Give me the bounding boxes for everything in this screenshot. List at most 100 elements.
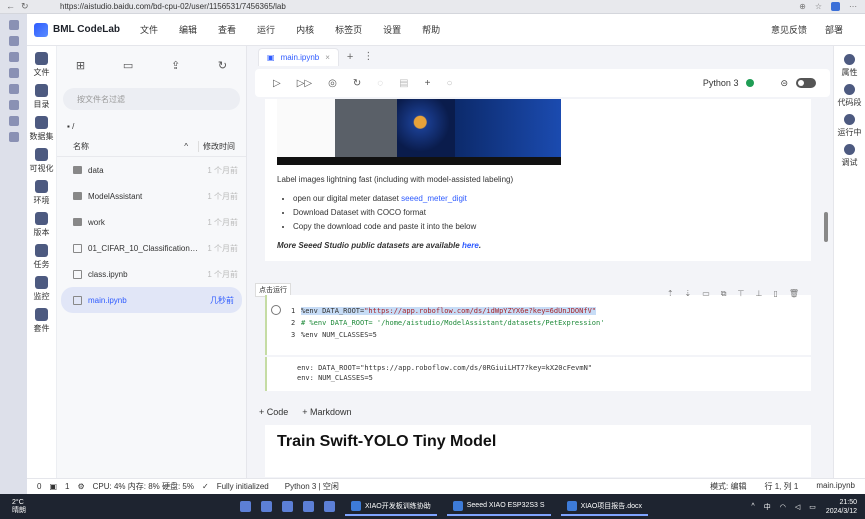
run-cell-button[interactable]: [271, 305, 281, 315]
cursor-position[interactable]: 行 1, 列 1: [765, 481, 799, 492]
taskbar-app-browser2[interactable]: Seeed XIAO ESP32S3 S: [446, 497, 551, 516]
taskbar-app-icon[interactable]: [261, 501, 272, 512]
sidebar-app-icon[interactable]: [8, 68, 19, 78]
breadcrumb[interactable]: ▪ /: [57, 116, 246, 137]
interrupt-icon[interactable]: ◎: [328, 78, 337, 89]
zoom-icon[interactable]: ⊕: [799, 2, 806, 11]
kernel-state[interactable]: Python 3 | 空闲: [285, 481, 339, 492]
activity-suite[interactable]: 套件: [34, 308, 50, 334]
run-icon[interactable]: ▷: [273, 78, 281, 89]
column-name[interactable]: 名称: [73, 141, 184, 152]
menu-icon[interactable]: ⋯: [849, 2, 857, 11]
save-icon[interactable]: ▤: [399, 78, 408, 89]
taskbar-app-icon[interactable]: [282, 501, 293, 512]
sidebar-app-icon[interactable]: [8, 116, 19, 126]
insert-below-icon[interactable]: ⊥: [755, 289, 762, 299]
feedback-button[interactable]: 意见反馈: [771, 23, 807, 36]
dataset-link[interactable]: seeed_meter_digit: [401, 194, 467, 203]
activity-files[interactable]: 文件: [34, 52, 50, 78]
insert-above-icon[interactable]: ⊤: [738, 289, 745, 299]
menu-help[interactable]: 帮助: [422, 23, 440, 36]
menu-tabs[interactable]: 标签页: [335, 23, 362, 36]
file-row[interactable]: 01_CIFAR_10_Classification_M 1 个月前: [57, 235, 246, 261]
volume-icon[interactable]: ◁: [795, 503, 800, 511]
add-cell-icon[interactable]: +: [425, 78, 431, 89]
favorite-icon[interactable]: ☆: [815, 2, 822, 11]
menu-view[interactable]: 查看: [218, 23, 236, 36]
markdown-cell[interactable]: Train Swift-YOLO Tiny Model: [265, 425, 811, 477]
file-row-active[interactable]: main.ipynb 几秒前: [61, 287, 242, 313]
code-cell[interactable]: ⇡ ⇣ ▭ ⧉ ⊤ ⊥ ▯ 🗑 1 %env DATA_ROOT="https:/…: [265, 289, 811, 355]
menu-edit[interactable]: 编辑: [179, 23, 197, 36]
tab-main-ipynb[interactable]: ▣ main.ipynb ×: [258, 47, 339, 66]
menu-run[interactable]: 运行: [257, 23, 275, 36]
windows-start-icon[interactable]: [240, 501, 251, 512]
move-down-icon[interactable]: ⇣: [685, 289, 692, 299]
bookmark-icon[interactable]: ▯: [773, 289, 777, 299]
move-up-icon[interactable]: ⇡: [667, 289, 674, 299]
sidebar-app-icon[interactable]: [8, 84, 19, 94]
sidebar-app-icon[interactable]: [8, 52, 19, 62]
sort-icon[interactable]: ^: [184, 142, 188, 151]
deploy-button[interactable]: 部署: [825, 23, 843, 36]
back-icon[interactable]: ←: [6, 1, 15, 12]
activity-env[interactable]: 环境: [34, 180, 50, 206]
code-editor[interactable]: 1 %env DATA_ROOT="https://app.roboflow.co…: [291, 305, 604, 341]
more-datasets-link[interactable]: here: [462, 241, 479, 250]
refresh-icon[interactable]: ↻: [21, 1, 29, 12]
language-indicator[interactable]: 中: [764, 502, 771, 512]
activity-version[interactable]: 版本: [34, 212, 50, 238]
upload-icon[interactable]: ⇪: [171, 59, 180, 72]
clock[interactable]: 21:50 2024/3/12: [826, 498, 865, 516]
taskbar-app-icon[interactable]: [303, 501, 314, 512]
add-code-button[interactable]: + Code: [259, 407, 288, 417]
sidebar-app-icon[interactable]: [8, 132, 19, 142]
menu-file[interactable]: 文件: [140, 23, 158, 36]
rail-running[interactable]: 运行中: [838, 114, 862, 138]
markdown-cell[interactable]: Label images lightning fast (including w…: [265, 99, 811, 261]
activity-tasks[interactable]: 任务: [34, 244, 50, 270]
sidebar-app-icon[interactable]: [8, 100, 19, 110]
scrollbar[interactable]: [824, 212, 828, 242]
clear-icon[interactable]: ◌: [377, 78, 383, 89]
terminal-icon[interactable]: ▣: [49, 482, 57, 491]
new-folder-icon[interactable]: ▭: [123, 59, 133, 72]
battery-icon[interactable]: ▭: [809, 503, 816, 511]
file-row[interactable]: ModelAssistant 1 个月前: [57, 183, 246, 209]
menu-kernel[interactable]: 内核: [296, 23, 314, 36]
run-all-icon[interactable]: ▷▷: [297, 78, 312, 89]
sidebar-app-icon[interactable]: [8, 20, 19, 30]
wifi-icon[interactable]: ◠: [780, 503, 786, 511]
address-bar[interactable]: https://aistudio.baidu.com/bd-cpu-02/use…: [40, 2, 286, 11]
rail-properties[interactable]: 属性: [842, 54, 858, 78]
sidebar-app-icon[interactable]: [8, 36, 19, 46]
kernel-name[interactable]: Python 3: [703, 78, 739, 88]
mode-toggle[interactable]: [796, 78, 816, 88]
new-file-icon[interactable]: ⊞: [76, 59, 85, 72]
taskbar-app-icon[interactable]: [324, 501, 335, 512]
file-filter-input[interactable]: 按文件名过滤: [63, 88, 240, 110]
restart-icon[interactable]: ↻: [353, 78, 361, 89]
activity-toc[interactable]: 目录: [34, 84, 50, 110]
activity-datasets[interactable]: 数据集: [30, 116, 54, 142]
rail-snippets[interactable]: 代码段: [838, 84, 862, 108]
weather-widget[interactable]: 2°C 晴朗: [0, 499, 60, 515]
copy-icon[interactable]: ⧉: [721, 289, 727, 299]
column-modified[interactable]: 修改时间: [198, 141, 238, 152]
file-row[interactable]: data 1 个月前: [57, 157, 246, 183]
format-icon[interactable]: ▭: [702, 289, 710, 299]
taskbar-app-browser[interactable]: XIAO开发板训练协助: [345, 497, 437, 516]
file-row[interactable]: work 1 个月前: [57, 209, 246, 235]
refresh-files-icon[interactable]: ↻: [218, 59, 227, 72]
rail-debug[interactable]: 调试: [842, 144, 858, 168]
new-tab-icon[interactable]: +: [347, 51, 353, 63]
close-icon[interactable]: ×: [325, 53, 330, 62]
more-icon[interactable]: ⋮: [363, 51, 373, 62]
menu-settings[interactable]: 设置: [383, 23, 401, 36]
activity-monitor[interactable]: 监控: [34, 276, 50, 302]
taskbar-app-word[interactable]: XIAO项目报告.docx: [560, 497, 649, 516]
extension-icon[interactable]: [831, 2, 840, 11]
settings-icon[interactable]: ⊝: [780, 78, 788, 89]
file-row[interactable]: class.ipynb 1 个月前: [57, 261, 246, 287]
add-markdown-button[interactable]: + Markdown: [302, 407, 351, 417]
